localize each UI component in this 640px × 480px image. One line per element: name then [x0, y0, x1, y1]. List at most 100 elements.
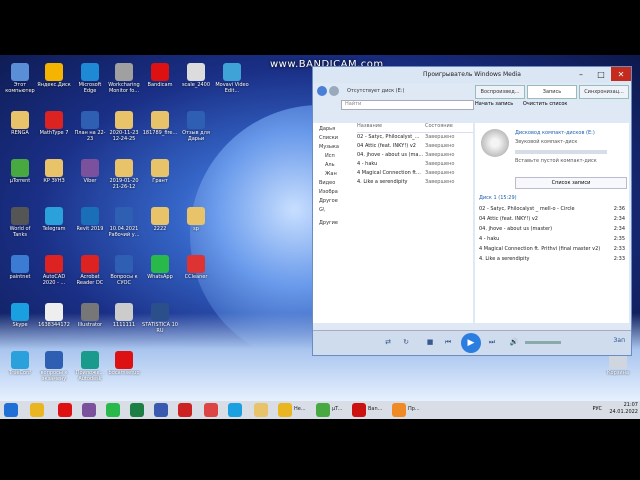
taskbar-label[interactable]: Пр...	[408, 406, 420, 412]
close-icon[interactable]: ✕	[611, 67, 631, 81]
desktop-icon[interactable]: RENGA	[2, 111, 38, 136]
mute-icon[interactable]: 🔊	[509, 337, 519, 347]
desktop-icon[interactable]: 1638344172	[36, 303, 72, 328]
desktop-icon[interactable]: WhatsApp	[142, 255, 178, 280]
excel-icon[interactable]	[130, 403, 144, 417]
tree-item[interactable]: Другое	[319, 197, 339, 206]
app-icon[interactable]	[204, 403, 218, 417]
tree-item[interactable]: Изобра	[319, 188, 339, 197]
taskbar-label[interactable]: µT...	[332, 406, 342, 412]
list-item[interactable]: 4 Magical Connection ft... Завершено	[357, 169, 473, 178]
tree-item[interactable]: Жан	[319, 170, 339, 179]
desktop-icon[interactable]: TrueConf	[2, 351, 38, 376]
desktop-icon[interactable]: MathType 7	[36, 111, 72, 136]
desktop-icon[interactable]: Microsoft Edge	[72, 63, 108, 94]
desktop-icon[interactable]: План на 22-23	[72, 111, 108, 142]
minimize-icon[interactable]: –	[571, 67, 591, 81]
list-item[interactable]: 04 Attic (feat. INKY!) v2 Завершено	[357, 142, 473, 151]
previous-icon[interactable]: ⏮	[443, 337, 453, 347]
desktop-icon[interactable]: STATISTICA 10 RU	[142, 303, 178, 334]
desktop-icon[interactable]: sp	[178, 207, 214, 232]
desktop-icon[interactable]: Movavi Video Edit...	[214, 63, 250, 94]
burn-track[interactable]: 4 - haku 2:35	[479, 234, 625, 244]
shuffle-icon[interactable]: ⇄	[383, 337, 393, 347]
desktop-icon[interactable]: Workcharing Monitor fo...	[106, 63, 142, 94]
desktop-icon[interactable]: Bandicam	[142, 63, 178, 88]
tree-item[interactable]: Музыка	[319, 143, 339, 152]
whatsapp-icon[interactable]	[106, 403, 120, 417]
chrome-icon[interactable]	[30, 403, 44, 417]
list-item[interactable]: 04. jhove - about us (ma... Завершено	[357, 151, 473, 160]
col-title[interactable]: Название	[357, 123, 425, 132]
tree-item[interactable]: Видео	[319, 179, 339, 188]
stop-icon[interactable]: ■	[425, 337, 435, 347]
breadcrumb[interactable]: Отсутствует диск (E:)	[347, 88, 404, 94]
tree-item[interactable]: Списки	[319, 134, 339, 143]
tree-item[interactable]: Исп	[319, 152, 339, 161]
burn-track[interactable]: 04. jhove - about us (master) 2:34	[479, 224, 625, 234]
back-icon[interactable]	[317, 86, 327, 96]
desktop-icon[interactable]: Грант	[142, 159, 178, 184]
desktop-icon[interactable]: 1111111	[106, 303, 142, 328]
wmp-icon[interactable]	[392, 403, 406, 417]
bandicam-icon[interactable]	[352, 403, 366, 417]
maximize-icon[interactable]: □	[591, 67, 611, 81]
start-icon[interactable]	[4, 403, 18, 417]
list-item[interactable]: 4. Like a serendipity Завершено	[357, 178, 473, 187]
tree-item[interactable]: Дарья	[319, 125, 339, 134]
search-input[interactable]: Найти	[341, 100, 474, 110]
burn-track[interactable]: 04 Attic (feat. INKY!) v2 2:34	[479, 214, 625, 224]
taskbar-label[interactable]: Не...	[294, 406, 306, 412]
wmp-titlebar[interactable]: Проигрыватель Windows Media – □ ✕	[313, 67, 631, 83]
desktop-icon[interactable]: Приложе... Autodesk	[72, 351, 108, 382]
switch-view-button[interactable]: Зап	[614, 337, 625, 344]
desktop-icon[interactable]: вопросы к экзамену	[36, 351, 72, 382]
burn-track[interactable]: 4. Like a serendipity 2:33	[479, 254, 625, 264]
language-indicator[interactable]: РУС	[592, 406, 602, 412]
viber-icon[interactable]	[82, 403, 96, 417]
opera-icon[interactable]	[58, 403, 72, 417]
tab-sync[interactable]: Синхронизац...	[579, 85, 629, 99]
forward-icon[interactable]	[329, 86, 339, 96]
next-icon[interactable]: ⏭	[487, 337, 497, 347]
taskbar-label[interactable]: Ban...	[368, 406, 382, 412]
desktop-icon[interactable]: scale_2400	[178, 63, 214, 88]
tree-item[interactable]: Аль	[319, 161, 339, 170]
burn-track[interactable]: 02 - Satyc, Philocalyst _ mell-o - Circl…	[479, 204, 625, 214]
clear-list-button[interactable]: Очистить список	[523, 101, 568, 107]
desktop-icon[interactable]: 2020-11-23 12-24-25	[106, 111, 142, 142]
burn-track[interactable]: 4 Magical Connection ft. Prithvi (final …	[479, 244, 625, 254]
desktop-icon[interactable]: AutoCAD 2020 - ...	[36, 255, 72, 286]
desktop-icon[interactable]: 2019-01-20 21-26-12	[106, 159, 142, 190]
desktop-icon[interactable]: Illustrator	[72, 303, 108, 328]
col-status[interactable]: Состояние	[425, 123, 453, 132]
chrome2-icon[interactable]	[278, 403, 292, 417]
desktop-icon[interactable]: КР ЗУНЗ	[36, 159, 72, 184]
desktop-icon[interactable]: Этот компьютер	[2, 63, 38, 94]
volume-slider[interactable]	[525, 341, 561, 344]
acad-icon[interactable]	[178, 403, 192, 417]
list-item[interactable]: 02 - Satyc, Philocalyst_... Завершено	[357, 133, 473, 142]
desktop-icon[interactable]: Revit 2019	[72, 207, 108, 232]
desktop-icon[interactable]: Viber	[72, 159, 108, 184]
desktop-icon[interactable]: Вопросы к СУОС	[106, 255, 142, 286]
visio-icon[interactable]	[154, 403, 168, 417]
tab-play[interactable]: Воспроизвед...	[475, 85, 525, 99]
desktop-icon[interactable]: 10.04.2021 Рабочий у...	[106, 207, 142, 238]
desktop-icon[interactable]: Яндекс.Диск	[36, 63, 72, 88]
desktop-icon[interactable]: bdcamsetup	[106, 351, 142, 376]
skype-icon[interactable]	[228, 403, 242, 417]
folder-icon[interactable]	[254, 403, 268, 417]
desktop-icon[interactable]: µTorrent	[2, 159, 38, 184]
desktop-icon[interactable]: Telegram	[36, 207, 72, 232]
tree-item[interactable]: Другие	[319, 219, 339, 228]
desktop-icon[interactable]: CCleaner	[178, 255, 214, 280]
desktop-icon[interactable]: 181789_fire...	[142, 111, 178, 136]
desktop-icon[interactable]: paintnet	[2, 255, 38, 280]
desktop-icon[interactable]: Skype	[2, 303, 38, 328]
repeat-icon[interactable]: ↻	[401, 337, 411, 347]
burn-list-button[interactable]: Список записи	[515, 177, 627, 189]
desktop-icon[interactable]: Отзыв для Дарьи	[178, 111, 214, 142]
desktop-icon[interactable]: World of Tanks	[2, 207, 38, 238]
tree-item[interactable]: G\	[319, 206, 339, 215]
